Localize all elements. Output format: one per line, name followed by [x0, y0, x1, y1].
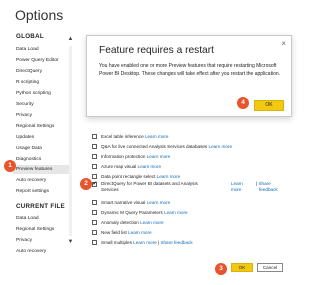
learn-more-link[interactable]: Learn more	[128, 230, 152, 235]
feature-label: Smart narrative visual	[101, 200, 146, 205]
popup-ok-button[interactable]: OK	[254, 100, 284, 111]
learn-more-link[interactable]: Learn more	[164, 210, 188, 215]
checkbox[interactable]	[92, 153, 97, 159]
checkbox[interactable]	[92, 209, 97, 215]
checkbox[interactable]	[92, 133, 97, 139]
nav-item-diagnostics[interactable]: Diagnostics	[16, 155, 72, 164]
checkbox[interactable]	[92, 173, 97, 179]
learn-more-link[interactable]: Learn more	[138, 164, 162, 169]
feature-row: Information protection Learn more	[92, 152, 170, 161]
checkbox[interactable]	[92, 219, 97, 225]
feature-label: New field list	[101, 230, 127, 235]
feature-row: New field list Learn more	[92, 228, 152, 237]
nav-item-directquery[interactable]: DirectQuery	[16, 67, 72, 76]
feature-row: Small multiples Learn more | Share feedb…	[92, 238, 193, 247]
learn-more-link[interactable]: Learn more	[209, 144, 233, 149]
restart-notification-dialog: × Feature requires a restart You have en…	[86, 35, 292, 117]
global-heading: GLOBAL	[16, 33, 44, 40]
cancel-button[interactable]: Cancel	[257, 263, 283, 272]
nav-item-privacy[interactable]: Privacy	[16, 111, 72, 120]
popup-title: Feature requires a restart	[99, 45, 214, 56]
feature-label-line2: Services	[101, 187, 119, 192]
feature-row: Excel table inference Learn more	[92, 132, 168, 141]
learn-more-link[interactable]: Learn more	[147, 154, 171, 159]
nav-item-updates[interactable]: Updates	[16, 133, 72, 142]
nav-item-regional-settings[interactable]: Regional Settings	[16, 122, 72, 131]
nav-item-data-load[interactable]: Data Load	[16, 45, 72, 54]
feature-label: Azure map visual	[101, 164, 137, 169]
scroll-up-icon[interactable]: ▲	[67, 36, 74, 43]
feature-row-directquery	[92, 180, 101, 196]
current-file-heading: CURRENT FILE	[16, 203, 65, 210]
nav-item-python-scripting[interactable]: Python scripting	[16, 89, 72, 98]
feature-label: Q&A for live connected Analysis Services…	[101, 144, 208, 149]
step-badge-3: 3	[215, 263, 227, 275]
nav-item-current-auto-recovery[interactable]: Auto recovery	[16, 247, 72, 256]
feature-row: Anomaly detection Learn more	[92, 218, 164, 227]
close-icon[interactable]: ×	[281, 39, 286, 48]
nav-item-report-settings[interactable]: Report settings	[16, 187, 72, 196]
ok-button[interactable]: OK	[231, 263, 253, 272]
checkbox[interactable]	[92, 239, 97, 245]
checkbox[interactable]	[92, 163, 97, 169]
feature-row: Data point rectangle select Learn more	[92, 172, 180, 181]
nav-item-current-regional-settings[interactable]: Regional Settings	[16, 225, 72, 234]
learn-more-link[interactable]: Learn more	[133, 240, 157, 245]
feature-label: Dynamic M Query Parameters	[101, 210, 163, 215]
feature-label: Data point rectangle select	[101, 174, 156, 179]
learn-more-link[interactable]: Learn more	[140, 220, 164, 225]
feature-row: Q&A for live connected Analysis Services…	[92, 142, 232, 151]
feature-row: Smart narrative visual Learn more	[92, 198, 170, 207]
nav-item-power-query-editor[interactable]: Power Query Editor	[16, 56, 72, 65]
checkbox[interactable]	[92, 143, 97, 149]
feature-label: Anomaly detection	[101, 220, 139, 225]
step-badge-4: 4	[237, 97, 249, 109]
nav-item-current-data-load[interactable]: Data Load	[16, 214, 72, 223]
sidebar-scrollbar[interactable]: ▲ ▼	[67, 36, 74, 248]
feature-label-directquery: DirectQuery for Power BI datasets and An…	[101, 181, 198, 193]
nav-item-preview-features[interactable]: Preview features	[13, 165, 71, 174]
learn-more-link[interactable]: Learn more	[157, 174, 181, 179]
feature-label: Information protection	[101, 154, 146, 159]
nav-item-auto-recovery[interactable]: Auto recovery	[16, 176, 72, 185]
feature-row: Dynamic M Query Parameters Learn more	[92, 208, 188, 217]
share-feedback-line2[interactable]: feedback	[256, 187, 278, 193]
nav-item-current-privacy[interactable]: Privacy	[16, 236, 72, 245]
popup-message: You have enabled one or more Preview fea…	[99, 63, 281, 77]
checkbox[interactable]	[92, 199, 97, 205]
learn-more-line2[interactable]: more	[231, 187, 243, 193]
feature-label: Small multiples	[101, 240, 132, 245]
scroll-track[interactable]	[69, 46, 72, 236]
learn-more-link[interactable]: Learn more	[145, 134, 169, 139]
nav-item-usage-data[interactable]: Usage Data	[16, 144, 72, 153]
learn-more-link-directquery[interactable]: Learn more	[231, 181, 243, 193]
scroll-down-icon[interactable]: ▼	[67, 239, 74, 246]
feature-label: Excel table inference	[101, 134, 144, 139]
checked-checkbox[interactable]	[92, 180, 97, 189]
share-feedback-link-directquery[interactable]: | Share feedback	[256, 181, 278, 193]
share-feedback-link[interactable]: Share feedback	[160, 240, 192, 245]
step-badge-2: 2	[80, 178, 92, 190]
checkbox[interactable]	[92, 229, 97, 235]
nav-item-security[interactable]: Security	[16, 100, 72, 109]
step-badge-1: 1	[4, 160, 16, 172]
feature-row: Azure map visual Learn more	[92, 162, 161, 171]
learn-more-link[interactable]: Learn more	[147, 200, 171, 205]
dialog-title: Options	[15, 7, 64, 23]
nav-item-r-scripting[interactable]: R scripting	[16, 78, 72, 87]
